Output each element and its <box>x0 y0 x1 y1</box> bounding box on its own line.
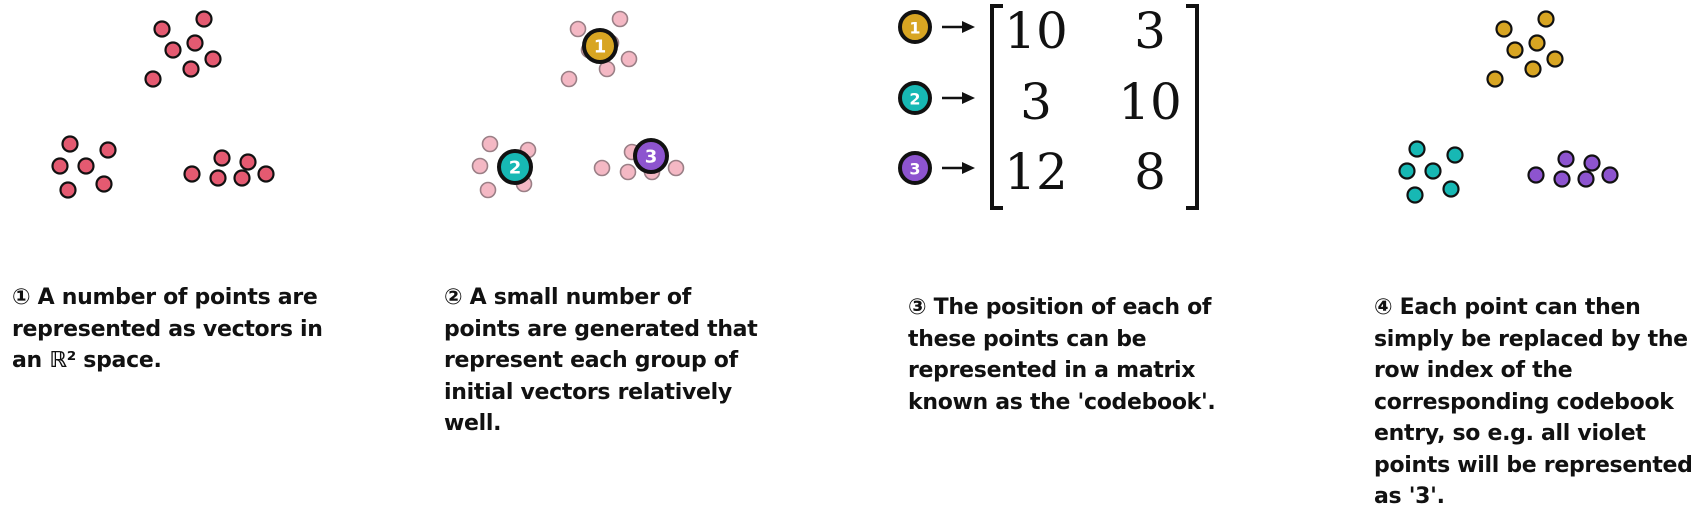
matrix-entry: 3 <box>1134 2 1166 60</box>
caption-step-4-line: points will be represented <box>1374 452 1691 478</box>
centroid-label: 3 <box>645 147 658 168</box>
panel-4-assigned-points <box>1398 10 1619 204</box>
data-point <box>257 165 275 183</box>
assigned-point <box>1424 162 1442 180</box>
data-point <box>239 153 257 171</box>
data-point <box>164 41 182 59</box>
caption-step-1-line: ① A number of points are <box>12 285 318 310</box>
data-point <box>209 169 227 187</box>
faint-point <box>569 20 587 38</box>
codebook-row-label: 1 <box>909 19 920 38</box>
assigned-point <box>1528 34 1546 52</box>
caption-step-1-line: an ℝ² space. <box>12 348 162 373</box>
caption-step-4-line: row index of the <box>1374 358 1573 383</box>
arrow-head <box>962 162 975 174</box>
data-point <box>182 60 200 78</box>
caption-step-3-line: known as the 'codebook'. <box>908 389 1216 415</box>
matrix-right-bracket <box>1186 4 1199 210</box>
matrix-entry: 3 <box>1020 73 1052 131</box>
data-point <box>204 50 222 68</box>
assigned-point <box>1506 41 1524 59</box>
panel-3-codebook: 12310 33 1012 8 <box>898 2 1199 210</box>
caption-step-4-line: entry, so e.g. all violet <box>1374 421 1646 446</box>
caption-step-4-line: simply be replaced by the <box>1374 326 1688 352</box>
assigned-point <box>1446 146 1464 164</box>
data-point <box>195 10 213 28</box>
assigned-point <box>1527 166 1545 184</box>
data-point <box>51 157 69 175</box>
assigned-point <box>1406 186 1424 204</box>
assigned-point <box>1495 20 1513 38</box>
data-point <box>95 175 113 193</box>
caption-step-2-line: well. <box>444 411 502 436</box>
assigned-point <box>1557 150 1575 168</box>
matrix-entry: 8 <box>1134 143 1166 201</box>
codebook-row-label: 3 <box>909 160 920 179</box>
caption-step-2: ② A small number of points are generated… <box>444 282 774 440</box>
faint-point <box>619 163 637 181</box>
faint-point <box>479 181 497 199</box>
panel-2-centroids: 1 2 3 <box>471 10 685 199</box>
caption-step-4-line: corresponding codebook <box>1374 389 1674 415</box>
assigned-point <box>1524 60 1542 78</box>
data-point <box>186 34 204 52</box>
caption-step-3-line: represented in a matrix <box>908 358 1196 383</box>
caption-step-4: ④ Each point can then simply be replaced… <box>1374 292 1691 513</box>
faint-point <box>481 135 499 153</box>
assigned-point <box>1398 162 1416 180</box>
faint-point <box>560 70 578 88</box>
caption-step-4-line: as '3'. <box>1374 484 1445 509</box>
caption-step-2-line: points are generated that <box>444 316 758 342</box>
faint-point <box>667 159 685 177</box>
faint-point <box>471 157 489 175</box>
matrix-entry: 12 <box>1004 143 1068 201</box>
matrix-left-bracket <box>990 4 1003 210</box>
caption-step-1: ① A number of points are represented as … <box>12 282 392 377</box>
arrow-head <box>962 92 975 104</box>
data-point <box>59 181 77 199</box>
caption-step-2-line: ② A small number of <box>444 285 691 310</box>
data-point <box>233 169 251 187</box>
centroid-label: 2 <box>509 158 522 179</box>
data-point <box>77 157 95 175</box>
centroid-label: 1 <box>594 37 607 58</box>
matrix-entry: 10 <box>1004 2 1068 60</box>
matrix-entry: 10 <box>1118 73 1182 131</box>
caption-step-4-line: ④ Each point can then <box>1374 295 1641 320</box>
caption-step-3-line: these points can be <box>908 326 1147 352</box>
caption-step-3-line: ③ The position of each of <box>908 295 1212 320</box>
faint-point <box>620 50 638 68</box>
panel-1-initial-points <box>51 10 275 199</box>
caption-step-2-line: represent each group of <box>444 348 738 373</box>
assigned-point <box>1486 70 1504 88</box>
caption-step-1-line: represented as vectors in <box>12 316 323 342</box>
data-point <box>183 165 201 183</box>
faint-point <box>611 10 629 28</box>
assigned-point <box>1577 170 1595 188</box>
data-point <box>99 141 117 159</box>
codebook-row-label: 2 <box>909 90 920 109</box>
data-point <box>61 135 79 153</box>
caption-step-3: ③ The position of each of these points c… <box>908 292 1248 418</box>
assigned-point <box>1442 180 1460 198</box>
caption-step-2-line: initial vectors relatively <box>444 379 732 405</box>
assigned-point <box>1601 166 1619 184</box>
faint-point <box>593 159 611 177</box>
assigned-point <box>1583 154 1601 172</box>
assigned-point <box>1408 140 1426 158</box>
arrow-head <box>962 21 975 33</box>
assigned-point <box>1553 170 1571 188</box>
assigned-point <box>1546 50 1564 68</box>
assigned-point <box>1537 10 1555 28</box>
data-point <box>153 20 171 38</box>
data-point <box>144 70 162 88</box>
data-point <box>213 149 231 167</box>
